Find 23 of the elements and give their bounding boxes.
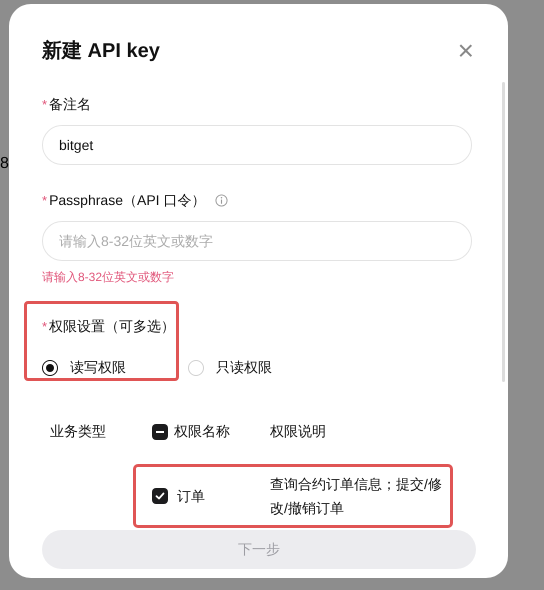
table-cell-text: 查询合约订单信息；提交/修改/撤销订单 (270, 475, 443, 518)
column-header: 权限名称 (174, 422, 230, 441)
field-label: 备注名 (49, 95, 92, 114)
required-mark: * (42, 192, 48, 210)
permission-label: 权限设置（可多选） (49, 317, 176, 336)
info-icon[interactable] (215, 194, 228, 207)
table-cell-text: 订单 (177, 486, 205, 506)
required-mark: * (42, 318, 48, 336)
error-message: 请输入8-32位英文或数字 (42, 269, 176, 286)
radio-option[interactable]: 只读权限 (188, 357, 272, 378)
close-button[interactable]: × (458, 37, 474, 65)
text-field[interactable]: 请输入8-32位英文或数字 (42, 221, 472, 261)
dialog-title: 新建 API key (42, 38, 160, 64)
partial-checkbox[interactable] (152, 424, 168, 440)
radio-option[interactable]: 读写权限 (42, 357, 126, 378)
backdrop-text: 8 (0, 154, 9, 174)
check-icon (155, 491, 165, 501)
field-label: Passphrase（API 口令） (49, 191, 206, 210)
text-field[interactable]: bitget (42, 125, 472, 165)
column-header: 业务类型 (49, 422, 107, 441)
checkbox[interactable] (152, 488, 168, 504)
column-header: 权限说明 (270, 422, 326, 441)
required-mark: * (42, 96, 48, 114)
